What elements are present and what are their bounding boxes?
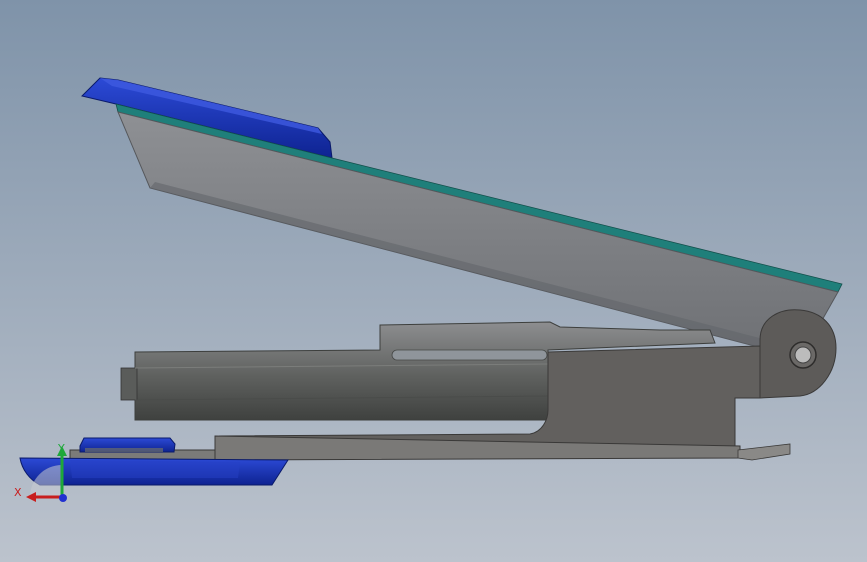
x-axis-label: X bbox=[14, 486, 22, 499]
cad-model-canvas[interactable]: Y X bbox=[0, 0, 867, 562]
magazine-end-cap bbox=[120, 367, 138, 401]
z-axis-dot bbox=[59, 494, 67, 502]
base-release-button[interactable] bbox=[79, 437, 176, 453]
magazine-slot bbox=[391, 349, 548, 361]
pivot-hole bbox=[794, 346, 812, 364]
cad-viewport[interactable]: Y X bbox=[0, 0, 867, 562]
y-axis-label: Y bbox=[57, 442, 65, 455]
